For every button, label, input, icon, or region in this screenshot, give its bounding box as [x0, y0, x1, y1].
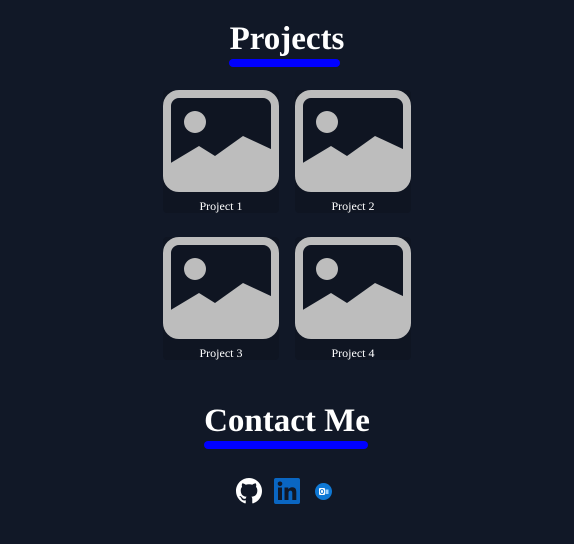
github-link[interactable] — [236, 478, 262, 504]
linkedin-link[interactable] — [274, 478, 300, 504]
image-placeholder-icon — [163, 90, 279, 192]
outlook-link[interactable] — [315, 483, 332, 500]
outlook-icon — [315, 483, 332, 500]
contact-heading-underline — [204, 441, 368, 449]
project-card[interactable]: Project 1 — [163, 90, 279, 213]
project-label: Project 4 — [331, 346, 375, 360]
project-card[interactable]: Project 4 — [295, 237, 411, 360]
image-placeholder-icon — [295, 90, 411, 192]
linkedin-icon — [274, 478, 300, 504]
projects-heading: Projects — [229, 21, 345, 57]
project-label: Project 1 — [199, 199, 243, 213]
github-icon — [236, 478, 262, 504]
image-placeholder-icon — [295, 237, 411, 339]
project-card[interactable]: Project 2 — [295, 90, 411, 213]
image-placeholder-icon — [163, 237, 279, 339]
project-label: Project 3 — [199, 346, 243, 360]
project-card[interactable]: Project 3 — [163, 237, 279, 360]
contact-heading: Contact Me — [204, 403, 370, 439]
projects-heading-underline — [229, 59, 340, 67]
project-label: Project 2 — [331, 199, 375, 213]
